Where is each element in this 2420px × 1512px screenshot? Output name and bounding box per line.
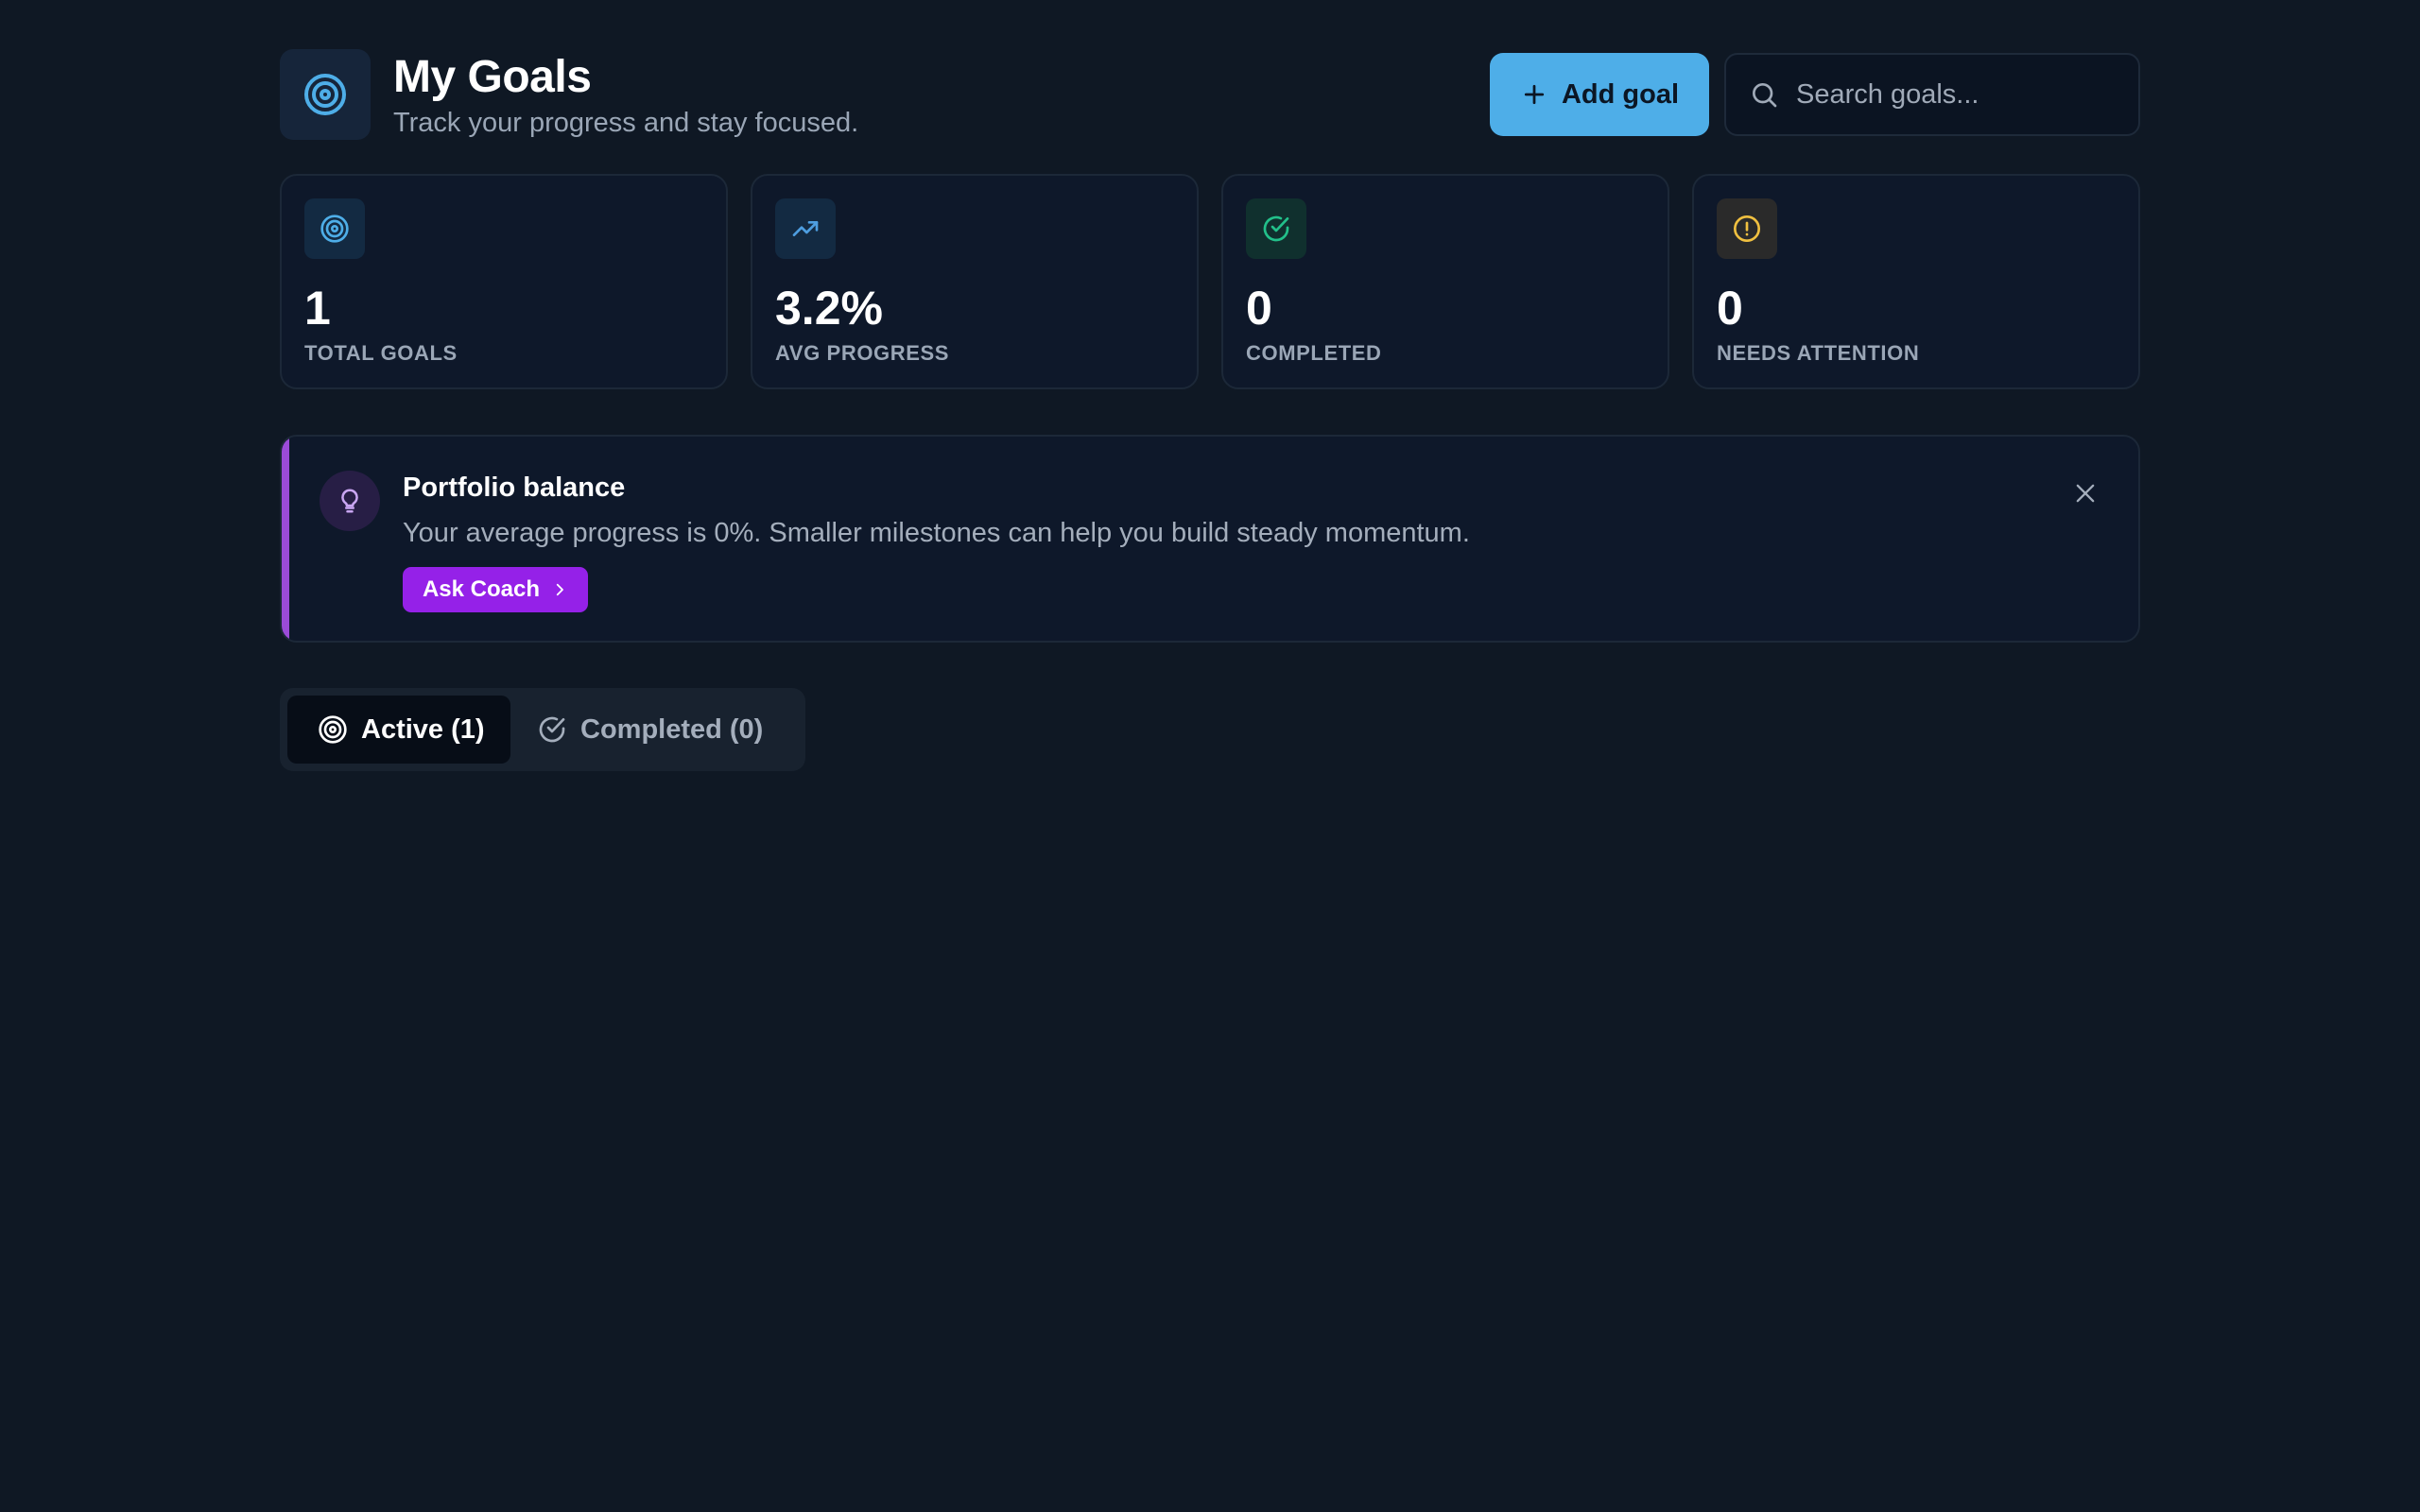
target-icon <box>319 715 347 744</box>
search-icon <box>1753 83 1777 108</box>
tab-active[interactable]: Active (1) <box>287 696 510 764</box>
trending-up-icon <box>792 221 819 236</box>
page-title: My Goals <box>393 52 592 102</box>
stat-label: AVG PROGRESS <box>775 341 950 365</box>
stat-icon-box <box>1246 198 1306 259</box>
stat-value: 0 <box>1246 282 1272 335</box>
banner-title: Portfolio balance <box>403 472 626 503</box>
stat-label: TOTAL GOALS <box>304 341 458 365</box>
stat-icon-box <box>775 198 836 259</box>
close-banner-button[interactable] <box>2066 474 2104 512</box>
banner-message: Your average progress is 0%. Smaller mil… <box>403 518 1470 548</box>
stat-card-needs-attention: 0 NEEDS ATTENTION <box>1692 174 2140 389</box>
page-subtitle: Track your progress and stay focused. <box>393 108 859 138</box>
stat-value: 3.2% <box>775 282 883 335</box>
logo <box>280 49 371 140</box>
banner-accent-bar <box>282 437 289 641</box>
alert-circle-icon <box>1734 215 1760 242</box>
stat-icon-box <box>304 198 365 259</box>
plus-icon <box>1524 84 1545 105</box>
goal-tabs: Active (1) Completed (0) <box>280 688 805 771</box>
chevron-right-icon <box>556 583 563 596</box>
add-goal-button[interactable]: Add goal <box>1490 53 1709 136</box>
banner-icon-circle <box>320 471 380 531</box>
ask-coach-label: Ask Coach <box>422 576 541 602</box>
stat-value: 1 <box>304 282 331 335</box>
close-icon <box>2076 484 2095 503</box>
stat-card-completed: 0 COMPLETED <box>1221 174 1669 389</box>
stat-label: COMPLETED <box>1246 341 1382 365</box>
portfolio-balance-banner: Portfolio balance Your average progress … <box>280 435 2140 643</box>
target-icon <box>320 215 349 243</box>
search-box[interactable] <box>1724 53 2140 136</box>
stat-card-total-goals: 1 TOTAL GOALS <box>280 174 728 389</box>
stats-row: 1 TOTAL GOALS 3.2% AVG PROGRESS 0 COMPLE <box>280 174 2140 389</box>
tab-label: Completed (0) <box>580 713 764 745</box>
tab-label: Active (1) <box>361 713 485 745</box>
stat-label: NEEDS ATTENTION <box>1717 341 1920 365</box>
target-icon <box>304 74 346 115</box>
lightbulb-icon <box>341 489 358 513</box>
goals-page: My Goals Track your progress and stay fo… <box>280 49 2140 771</box>
check-circle-icon <box>539 716 565 743</box>
search-input[interactable] <box>1794 77 2116 112</box>
tab-completed[interactable]: Completed (0) <box>526 696 790 764</box>
add-goal-label: Add goal <box>1561 78 1680 110</box>
header: My Goals Track your progress and stay fo… <box>280 49 2140 140</box>
stat-icon-box <box>1717 198 1777 259</box>
stat-card-avg-progress: 3.2% AVG PROGRESS <box>751 174 1199 389</box>
check-circle-icon <box>1263 215 1289 242</box>
stat-value: 0 <box>1717 282 1743 335</box>
ask-coach-button[interactable]: Ask Coach <box>403 567 588 612</box>
